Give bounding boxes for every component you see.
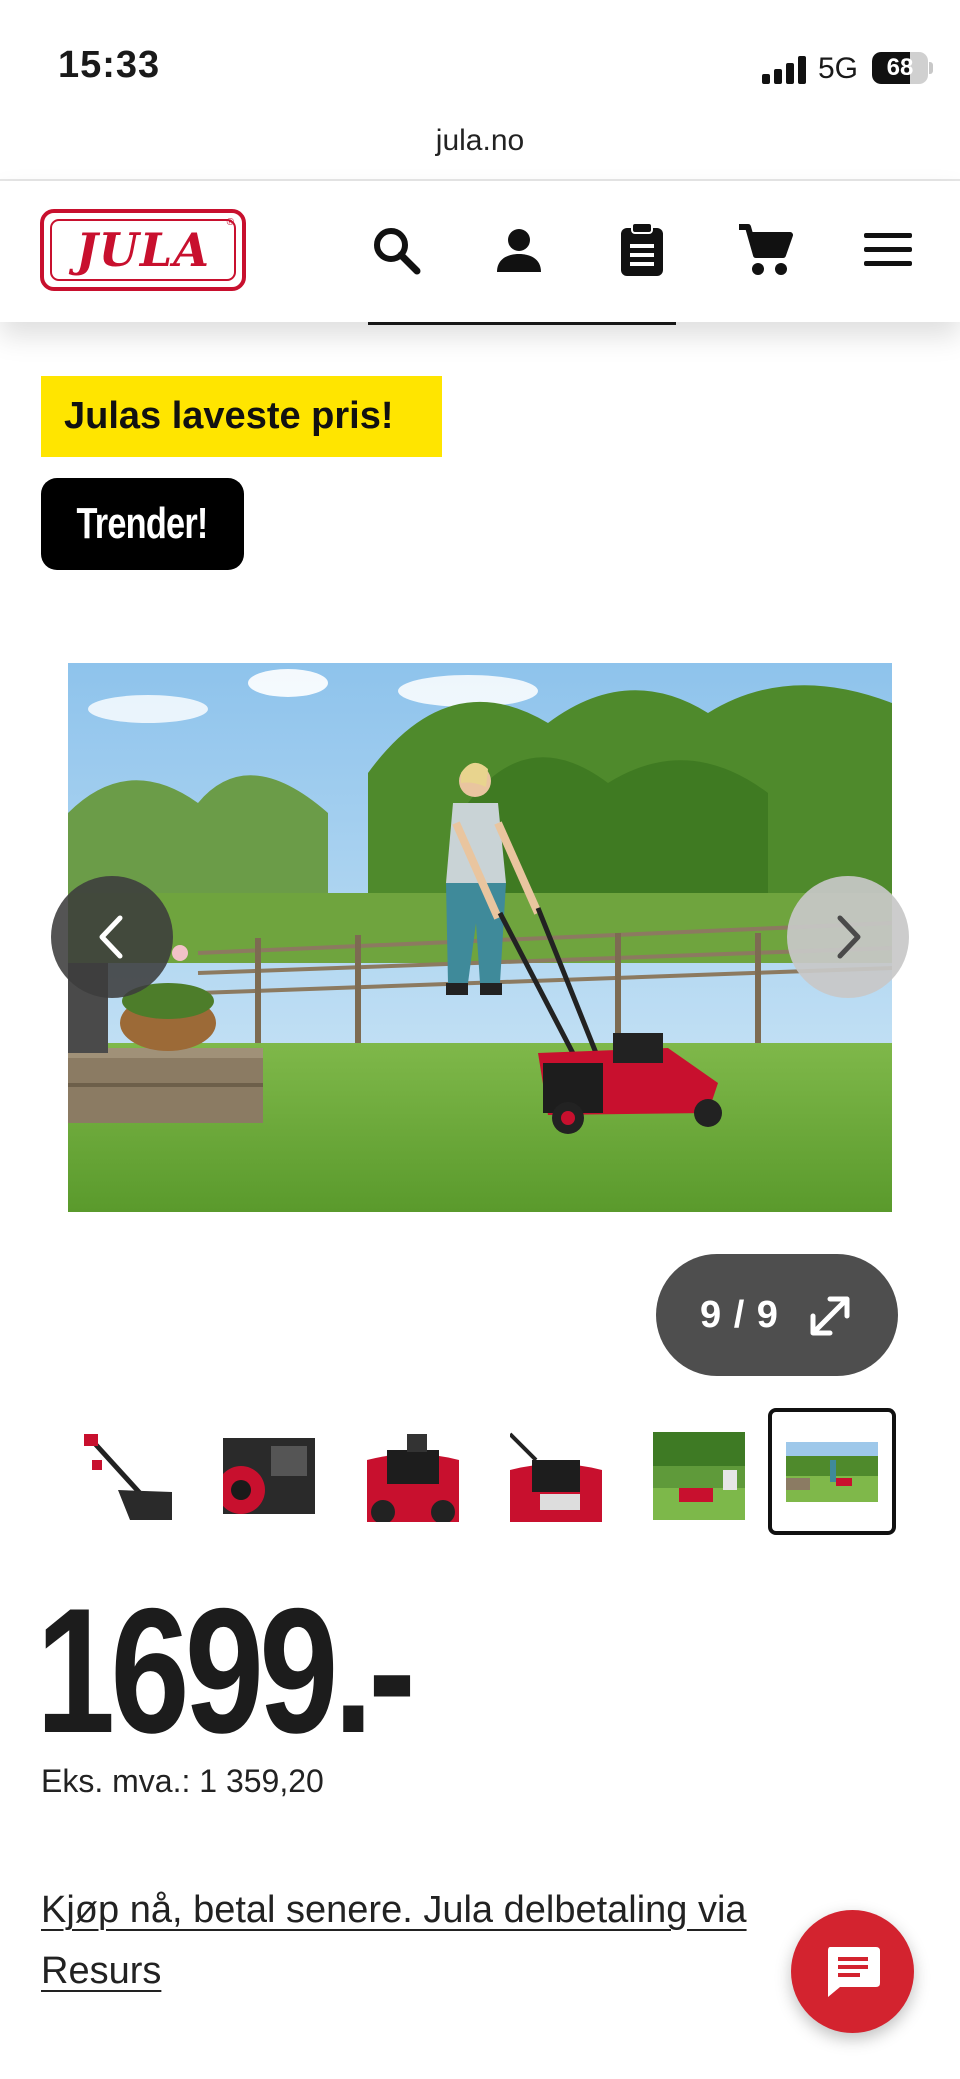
site-header: JULA ® bbox=[0, 181, 960, 322]
thumbnail-4[interactable] bbox=[494, 1420, 618, 1532]
next-image-button[interactable] bbox=[787, 876, 909, 998]
financing-link[interactable]: Kjøp nå, betal senere. Jula delbetaling … bbox=[41, 1880, 841, 2002]
logo-registered-mark: ® bbox=[226, 217, 234, 228]
account-icon[interactable] bbox=[484, 215, 554, 285]
battery-level: 68 bbox=[886, 54, 914, 81]
price-ex-vat: Eks. mva.: 1 359,20 bbox=[41, 1763, 324, 1799]
network-type: 5G bbox=[818, 52, 859, 85]
thumbnail-2[interactable] bbox=[207, 1420, 331, 1532]
clipboard-icon[interactable] bbox=[607, 215, 677, 285]
trend-badge-label: Trender! bbox=[76, 499, 209, 548]
thumbnail-5[interactable] bbox=[637, 1420, 761, 1532]
chevron-right-icon bbox=[837, 915, 861, 959]
gallery-counter-fullscreen-button[interactable]: 9 / 9 bbox=[656, 1254, 898, 1376]
thumbnail-1[interactable] bbox=[64, 1420, 188, 1532]
search-icon[interactable] bbox=[361, 215, 431, 285]
jula-logo[interactable]: JULA ® bbox=[40, 209, 246, 291]
address-bar-url[interactable]: jula.no bbox=[0, 124, 960, 158]
status-bar: 15:33 5G 68 bbox=[0, 0, 960, 130]
chat-button[interactable] bbox=[791, 1910, 914, 2033]
cart-icon[interactable] bbox=[730, 215, 800, 285]
product-image[interactable] bbox=[68, 663, 892, 1212]
chevron-left-icon bbox=[99, 915, 123, 959]
menu-icon[interactable] bbox=[853, 215, 923, 285]
trend-badge: Trender! bbox=[41, 478, 244, 570]
logo-text: JULA bbox=[76, 223, 210, 277]
signal-icon bbox=[762, 56, 806, 84]
previous-image-button[interactable] bbox=[51, 876, 173, 998]
battery-tip bbox=[929, 62, 933, 74]
thumbnail-3[interactable] bbox=[351, 1420, 475, 1532]
expand-icon bbox=[810, 1296, 850, 1336]
status-time: 15:33 bbox=[58, 44, 161, 86]
battery-icon: 68 bbox=[872, 52, 928, 84]
lowest-price-badge: Julas laveste pris! bbox=[41, 376, 442, 457]
product-price: 1699.- bbox=[36, 1571, 416, 1770]
chat-icon bbox=[827, 1946, 880, 1997]
logo-frame: JULA bbox=[50, 219, 236, 281]
gallery-counter: 9 / 9 bbox=[700, 1293, 779, 1336]
thumbnail-6[interactable] bbox=[768, 1408, 896, 1535]
